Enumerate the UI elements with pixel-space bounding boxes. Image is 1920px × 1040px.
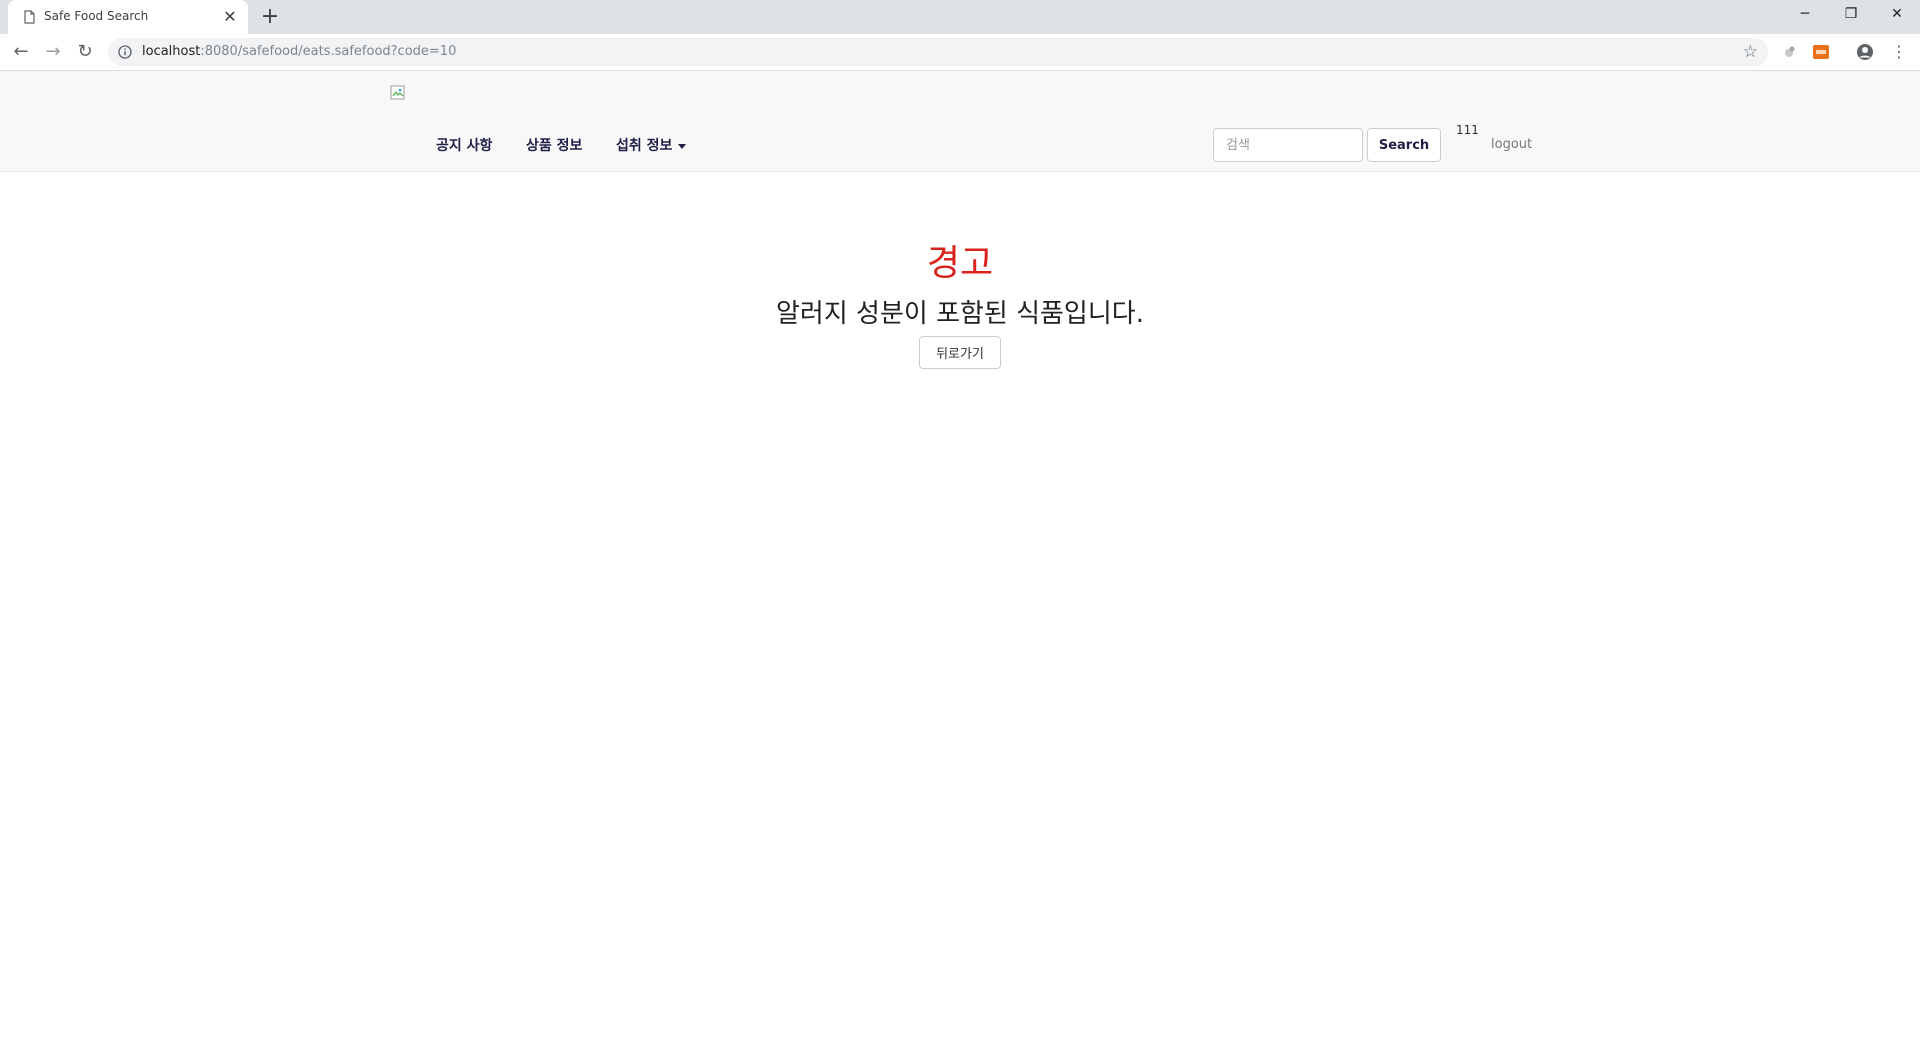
close-window-icon[interactable]: ✕ (1874, 0, 1920, 30)
caret-down-icon (678, 143, 687, 149)
nav-notice[interactable]: 공지 사항 (436, 135, 492, 155)
address-bar[interactable]: localhost:8080/safefood/eats.safefood?co… (108, 38, 1768, 66)
broken-logo-image-icon[interactable] (390, 85, 406, 101)
restore-window-icon[interactable]: ❐ (1828, 0, 1874, 30)
url-text[interactable]: localhost:8080/safefood/eats.safefood?co… (142, 44, 456, 59)
logout-link[interactable]: logout (1491, 137, 1532, 152)
search-input[interactable] (1213, 128, 1363, 162)
nav-intake-info-dropdown[interactable]: 섭취 정보 (616, 135, 687, 155)
extension-orange-icon[interactable] (1812, 43, 1830, 61)
browser-tab[interactable]: Safe Food Search ✕ (8, 0, 248, 34)
reload-icon[interactable]: ↻ (72, 39, 98, 65)
go-back-button[interactable]: 뒤로가기 (919, 336, 1001, 369)
back-arrow-icon[interactable]: ← (8, 39, 34, 65)
warning-title: 경고 (926, 243, 994, 284)
bookmark-star-icon[interactable]: ☆ (1743, 42, 1758, 62)
site-navbar: 공지 사항 상품 정보 섭취 정보 Search 111 logout (0, 71, 1920, 172)
browser-tab-strip: Safe Food Search ✕ + ─ ❐ ✕ (0, 0, 1920, 34)
forward-arrow-icon[interactable]: → (40, 39, 66, 65)
tab-close-icon[interactable]: ✕ (220, 7, 240, 27)
user-id: 111 (1456, 123, 1479, 137)
page-icon (24, 10, 35, 24)
url-host: localhost (142, 44, 201, 59)
browser-menu-icon[interactable]: ⋮ (1886, 39, 1912, 65)
nav-product-info[interactable]: 상품 정보 (526, 135, 582, 155)
minimize-window-icon[interactable]: ─ (1782, 0, 1828, 30)
nav-intake-info-label: 섭취 정보 (616, 138, 673, 154)
url-path: :8080/safefood/eats.safefood?code=10 (200, 44, 457, 59)
extension-icon[interactable] (1780, 43, 1798, 61)
browser-toolbar: ← → ↻ localhost:8080/safefood/eats.safef… (0, 34, 1920, 71)
tab-title: Safe Food Search (44, 9, 149, 23)
account-avatar-icon[interactable] (1856, 43, 1874, 61)
allergy-warning-message: 알러지 성분이 포함된 식품입니다. (776, 299, 1144, 329)
new-tab-button[interactable]: + (258, 5, 282, 29)
search-button[interactable]: Search (1367, 128, 1441, 162)
info-icon[interactable] (118, 45, 132, 59)
